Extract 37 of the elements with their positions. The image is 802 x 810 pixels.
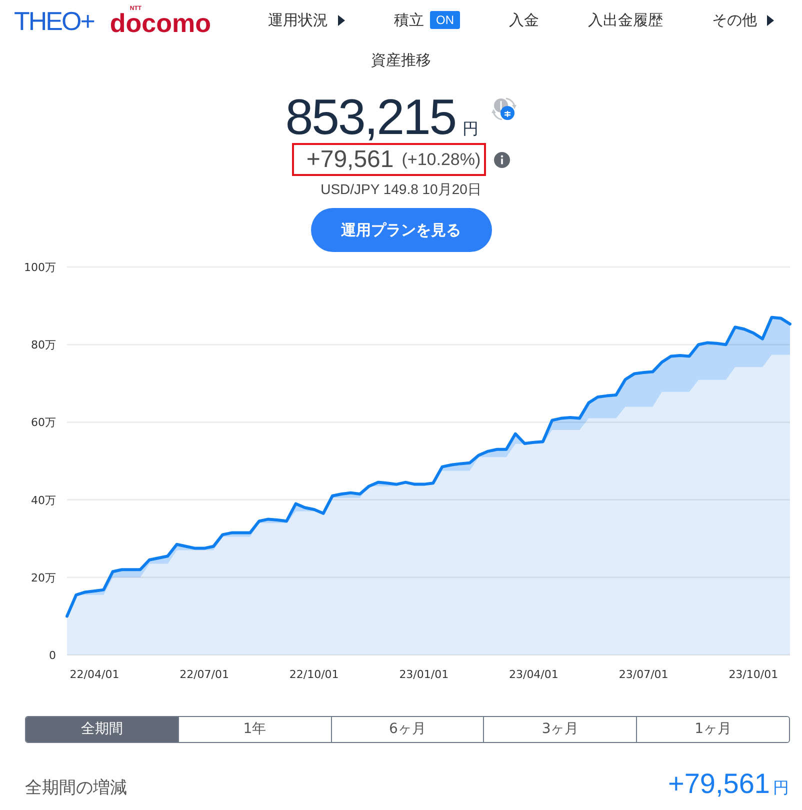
change-total: +79,561 bbox=[668, 767, 770, 801]
change-label: 全期間の増減 bbox=[25, 777, 127, 800]
axis-label: 23/10/01 bbox=[728, 668, 778, 681]
partner-logo: docomo bbox=[110, 12, 212, 34]
axis-label: 22/07/01 bbox=[180, 668, 229, 681]
caret-icon bbox=[767, 14, 774, 26]
axis-label: 22/10/01 bbox=[289, 668, 339, 681]
axis-label: 22/04/01 bbox=[70, 668, 120, 681]
axis-label: 23/01/01 bbox=[399, 668, 449, 681]
axis-label: 40万 bbox=[31, 494, 56, 507]
axis-label: 60万 bbox=[31, 416, 56, 430]
change-amount: +79,561 bbox=[306, 146, 394, 174]
nav-link[interactable]: 運用状況 bbox=[268, 10, 345, 30]
currency-unit: 円 bbox=[773, 777, 789, 799]
axis-label: 20万 bbox=[31, 571, 56, 584]
view-plan-button[interactable]: 運用プランを見る bbox=[310, 208, 492, 252]
exchange-rate: USD/JPY 149.8 10月20日 bbox=[320, 180, 482, 198]
currency-exchange-icon[interactable] bbox=[490, 96, 517, 122]
change-rate: (+10.28%) bbox=[402, 148, 481, 170]
nav-link[interactable]: 入出金履歴 bbox=[588, 10, 663, 30]
axis-label: 80万 bbox=[31, 338, 56, 352]
brand-logo[interactable]: THEO+ bbox=[14, 8, 94, 34]
nav-link[interactable]: その他 bbox=[712, 10, 774, 30]
axis-label: 100万 bbox=[24, 261, 56, 274]
page-title: 資産推移 bbox=[371, 50, 431, 70]
status-badge: ON bbox=[430, 11, 460, 29]
axis-label: 0 bbox=[49, 649, 56, 662]
axis-label: 23/07/01 bbox=[618, 668, 668, 681]
caret-icon bbox=[338, 14, 345, 26]
currency-unit: 円 bbox=[462, 118, 479, 140]
axis-label: 23/04/01 bbox=[509, 668, 558, 681]
period-tab[interactable]: 1ヶ月 bbox=[636, 717, 789, 742]
nav-link[interactable]: 積立 ON bbox=[394, 10, 460, 30]
info-icon[interactable] bbox=[494, 152, 510, 168]
period-tab[interactable]: 全期間 bbox=[26, 717, 178, 742]
total-amount: 853,215 bbox=[285, 91, 456, 143]
nav-link[interactable]: 入金 bbox=[509, 10, 539, 30]
